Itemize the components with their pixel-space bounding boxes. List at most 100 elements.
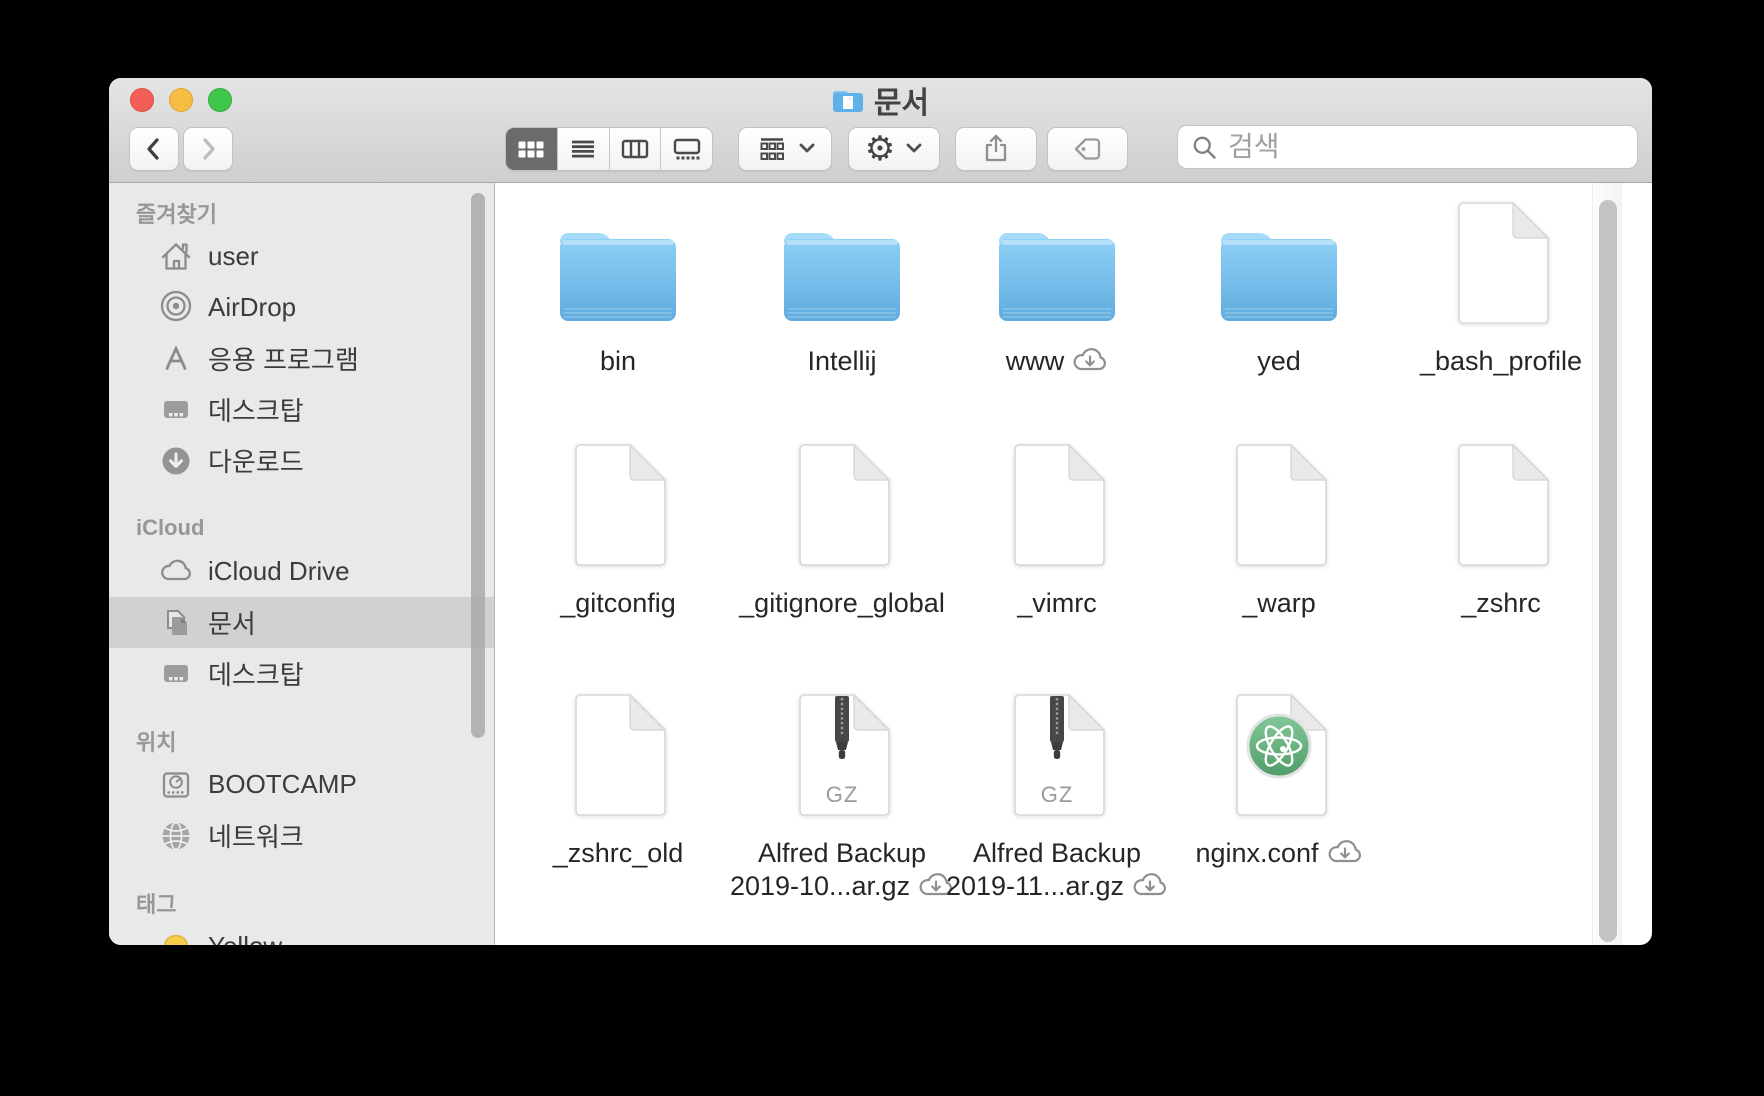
desktop-background: 문서 ⚙ 검색 즐겨찾기 user AirDrop 응용 프로그램 데스크탑 다… [0,0,1764,1096]
sidebar-scrollbar[interactable] [471,193,485,738]
gallery-view-icon [673,138,700,160]
file-item-_warp[interactable]: _warp [1169,443,1389,620]
gallery-view-button[interactable] [661,128,712,170]
list-view-icon [572,140,595,158]
sidebar-section-header: 태그 [136,892,177,917]
file-item-_zshrc_old[interactable]: _zshrc_old [508,693,728,870]
document-icon [1453,443,1550,571]
sidebar-item-icloud-drive[interactable]: iCloud Drive [109,546,494,597]
search-icon [1193,136,1216,159]
file-name: _bash_profile [1419,346,1583,376]
sidebar-item-데스크탑[interactable]: 데스크탑 [109,384,494,435]
window-header: 문서 ⚙ 검색 [109,78,1652,183]
sidebar-section-header: iCloud [136,515,205,540]
cloud-download-icon [1073,348,1107,371]
icloud-icon [157,554,195,590]
sidebar-item-데스크탑[interactable]: 데스크탑 [109,648,494,699]
folder-icon [784,233,900,321]
conf-file-icon [1231,693,1328,821]
tag-icon [1074,138,1100,160]
file-name: _gitconfig [560,588,676,618]
file-item-_vimrc[interactable]: _vimrc [947,443,1167,620]
document-icon [794,443,891,571]
archive-icon: GZ [794,693,891,821]
sidebar-item-다운로드[interactable]: 다운로드 [109,435,494,486]
search-input[interactable] [1226,130,1625,164]
downloads-icon [157,443,195,479]
chevron-right-icon [203,138,215,160]
file-item-alfred-backup-2019-11...ar.gz[interactable]: GZ Alfred Backup 2019-11...ar.gz [946,693,1167,903]
file-item-yed[interactable]: yed [1169,203,1389,378]
documents-icon [157,605,195,641]
chevron-down-icon [799,143,815,153]
group-icon [760,138,784,160]
sidebar-item-네트워크[interactable]: 네트워크 [109,810,494,861]
file-item-_gitconfig[interactable]: _gitconfig [508,443,728,620]
window-body: 즐겨찾기 user AirDrop 응용 프로그램 데스크탑 다운로드 iClo… [109,183,1652,945]
file-name: yed [1257,346,1301,376]
file-name: bin [599,346,637,376]
document-icon [570,443,667,571]
icon-view-button[interactable] [506,128,558,170]
sidebar-item-yellow[interactable]: Yellow [109,921,494,945]
file-name: Alfred Backup 2019-10...ar.gz [730,837,954,903]
file-name: Intellij [807,346,877,376]
page-title: 문서 [873,87,930,120]
search-field[interactable] [1177,125,1638,169]
action-menu-button[interactable]: ⚙ [848,127,940,171]
folder-proxy-icon[interactable] [832,88,864,113]
sidebar: 즐겨찾기 user AirDrop 응용 프로그램 데스크탑 다운로드 iClo… [109,183,495,945]
column-view-icon [621,139,649,159]
file-name: www [1006,345,1109,378]
file-name: _warp [1242,588,1316,618]
file-item-alfred-backup-2019-10...ar.gz[interactable]: GZ Alfred Backup 2019-10...ar.gz [730,693,954,903]
content-scrollbar-thumb[interactable] [1599,200,1617,942]
chevron-down-icon [906,143,922,153]
document-icon [1231,443,1328,571]
file-item-_bash_profile[interactable]: _bash_profile [1391,201,1611,378]
file-name: _zshrc [1461,588,1541,618]
view-mode-switcher [505,127,713,171]
tag-button[interactable] [1047,127,1128,171]
folder-icon [560,233,676,321]
titlebar[interactable]: 문서 [109,78,1652,120]
file-name: _zshrc_old [552,838,684,868]
sidebar-item-bootcamp[interactable]: BOOTCAMP [109,759,494,810]
document-icon [1453,201,1550,329]
icon-view-icon [518,141,544,158]
home-icon [157,239,195,275]
file-item-_zshrc[interactable]: _zshrc [1391,443,1611,620]
file-grid[interactable]: bin Intellij www yed _bash_profile _gitc… [496,183,1622,945]
file-item-intellij[interactable]: Intellij [732,203,952,378]
drive-icon [157,767,195,803]
sidebar-item-user[interactable]: user [109,231,494,282]
chevron-left-icon [147,138,159,160]
folder-icon [1221,233,1337,321]
desktop-icon [157,392,195,428]
back-button[interactable] [129,127,179,171]
document-icon [1009,443,1106,571]
applications-icon [157,341,195,377]
cloud-download-icon [1133,873,1167,896]
column-view-button[interactable] [610,128,662,170]
file-item-bin[interactable]: bin [508,203,728,378]
content-scrollbar-track[interactable] [1592,183,1622,945]
tag-yellow-icon [157,929,195,945]
document-icon [570,693,667,821]
archive-icon: GZ [1009,693,1106,821]
file-item-nginx.conf[interactable]: nginx.conf [1169,693,1389,870]
file-item-_gitignore_global[interactable]: _gitignore_global [732,443,952,620]
sidebar-item-응용-프로그램[interactable]: 응용 프로그램 [109,333,494,384]
list-view-button[interactable] [558,128,610,170]
file-item-www[interactable]: www [947,203,1167,378]
forward-button[interactable] [183,127,233,171]
airdrop-icon [157,290,195,326]
group-by-button[interactable] [738,127,832,171]
archive-badge: GZ [825,782,859,807]
finder-window: 문서 ⚙ 검색 즐겨찾기 user AirDrop 응용 프로그램 데스크탑 다… [109,78,1652,945]
share-button[interactable] [955,127,1037,171]
sidebar-item-문서[interactable]: 문서 [109,597,494,648]
archive-badge: GZ [1040,782,1074,807]
file-name: _vimrc [1017,588,1097,618]
sidebar-item-airdrop[interactable]: AirDrop [109,282,494,333]
